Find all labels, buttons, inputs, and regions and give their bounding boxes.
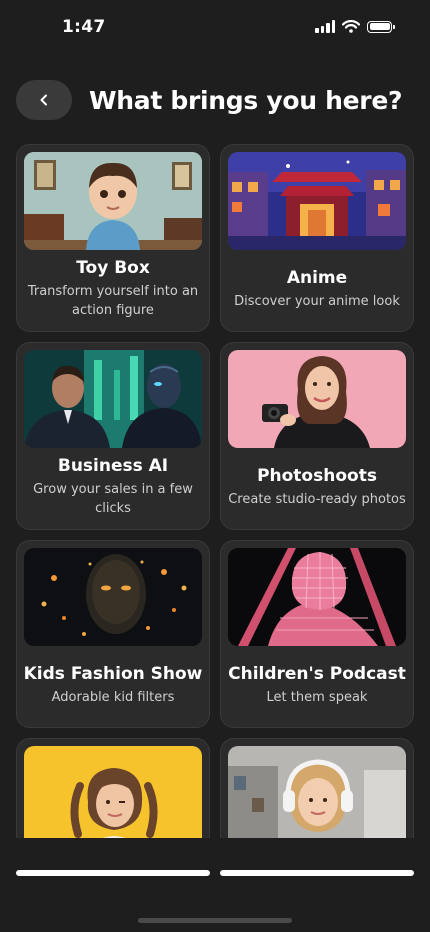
card-subtitle: Create studio-ready photos xyxy=(228,491,406,507)
card-grid: Toy Box Transform yourself into an actio… xyxy=(16,144,414,838)
businessman-and-robot-photo xyxy=(24,350,202,448)
card-childrens-podcast[interactable]: Children's Podcast Let them speak xyxy=(220,540,414,728)
bottom-bar xyxy=(0,838,430,932)
card-text: Photoshoots Create studio-ready photos xyxy=(227,448,407,525)
girl-with-headphones-photo xyxy=(228,746,406,838)
card-title: Business AI xyxy=(57,456,169,476)
home-indicator[interactable] xyxy=(138,918,292,923)
card-text: Business AI Grow your sales in a few cli… xyxy=(23,448,203,525)
card-title: Photoshoots xyxy=(257,465,377,486)
card-grid-scroll[interactable]: Toy Box Transform yourself into an actio… xyxy=(0,144,430,838)
toy-figure-boy-photo xyxy=(24,152,202,250)
card-photoshoots[interactable]: Photoshoots Create studio-ready photos xyxy=(220,342,414,530)
card-subtitle: Adorable kid filters xyxy=(51,689,175,705)
card-toy-box[interactable]: Toy Box Transform yourself into an actio… xyxy=(16,144,210,332)
card-text: Toy Box Transform yourself into an actio… xyxy=(23,250,203,327)
card-title: Children's Podcast xyxy=(228,663,406,684)
page-title: What brings you here? xyxy=(89,85,403,115)
bottom-pill-right[interactable] xyxy=(220,870,414,876)
card-subtitle: Discover your anime look xyxy=(234,293,400,309)
status-time: 1:47 xyxy=(62,17,106,37)
card-title: Toy Box xyxy=(76,258,150,278)
card-anime[interactable]: Anime Discover your anime look xyxy=(220,144,414,332)
neon-wireframe-figure-photo xyxy=(228,548,406,646)
glowing-particle-face-photo xyxy=(24,548,202,646)
card-girl-yellow[interactable] xyxy=(16,738,210,838)
card-girl-headphones[interactable] xyxy=(220,738,414,838)
woman-with-camera-photo xyxy=(228,350,406,448)
back-button[interactable] xyxy=(16,80,72,120)
card-text: Anime Discover your anime look xyxy=(227,250,407,327)
card-kids-fashion-show[interactable]: Kids Fashion Show Adorable kid filters xyxy=(16,540,210,728)
card-title: Kids Fashion Show xyxy=(23,663,203,684)
card-subtitle: Let them speak xyxy=(266,689,368,705)
header: What brings you here? xyxy=(16,79,414,121)
card-text: Kids Fashion Show Adorable kid filters xyxy=(23,646,203,723)
girl-on-yellow-photo xyxy=(24,746,202,838)
card-business-ai[interactable]: Business AI Grow your sales in a few cli… xyxy=(16,342,210,530)
wifi-icon xyxy=(342,20,360,33)
card-subtitle: Transform yourself into an action figure xyxy=(27,284,199,318)
status-icons xyxy=(315,20,395,33)
card-text: Children's Podcast Let them speak xyxy=(227,646,407,723)
anime-temple-illustration xyxy=(228,152,406,250)
battery-icon xyxy=(367,20,395,33)
chevron-left-icon xyxy=(40,94,47,106)
bottom-pill-left[interactable] xyxy=(16,870,210,876)
card-title: Anime xyxy=(286,267,348,288)
cellular-signal-icon xyxy=(315,20,335,33)
card-subtitle: Grow your sales in a few clicks xyxy=(33,482,193,516)
status-bar: 1:47 xyxy=(0,0,430,56)
